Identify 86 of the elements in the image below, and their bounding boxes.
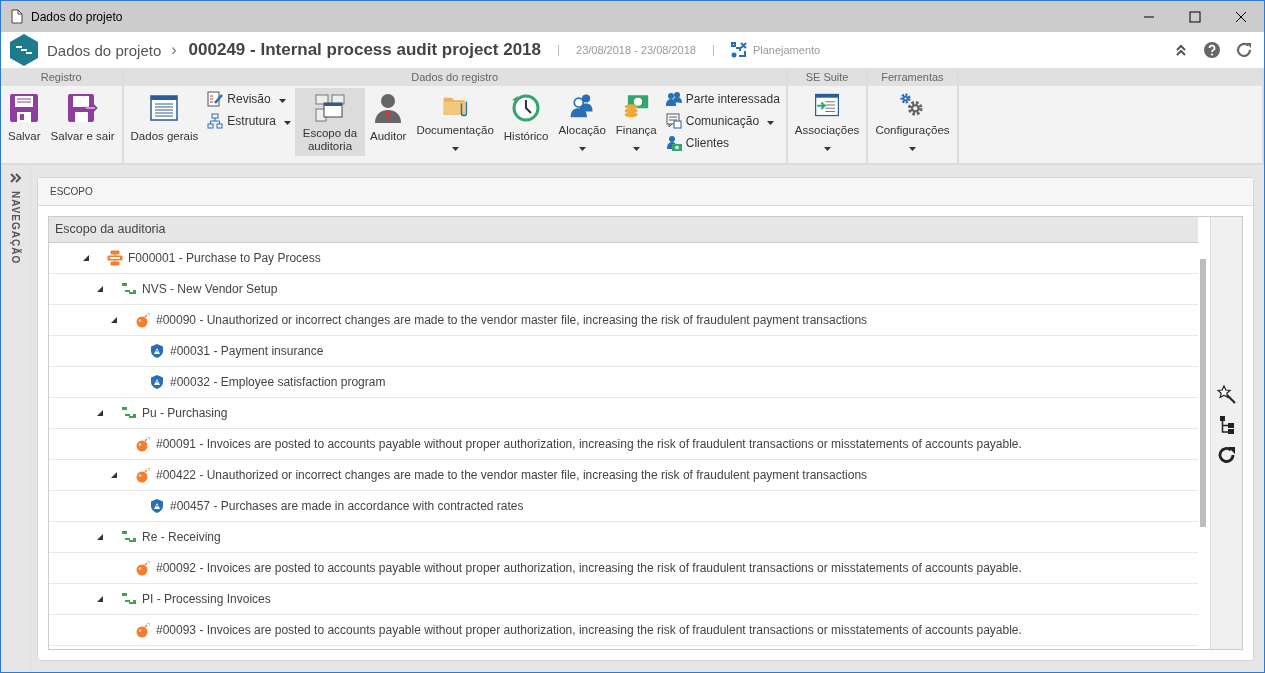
- double-chevron-icon[interactable]: [9, 173, 22, 183]
- ribbon-menu-button[interactable]: Parte interessada: [665, 90, 780, 108]
- project-title: 000249 - Internal process audit project 2018: [188, 40, 541, 60]
- wand-star-button[interactable]: [1216, 385, 1237, 405]
- expanded-toggle-icon[interactable]: [83, 255, 89, 261]
- document-icon: [11, 9, 23, 24]
- expanded-toggle-icon[interactable]: [97, 596, 103, 602]
- ribbon-button[interactable]: Dados gerais: [125, 88, 204, 156]
- ribbon-button[interactable]: Alocação: [553, 88, 611, 156]
- people-icon: [665, 91, 682, 107]
- ribbon-menu-button[interactable]: Revisão: [207, 90, 291, 108]
- tree-button[interactable]: [1218, 415, 1235, 435]
- project-stage: Planejamento: [752, 44, 821, 56]
- bomb-icon: [135, 312, 151, 328]
- tree-item[interactable]: #00031 - Payment insurance: [170, 344, 324, 358]
- chat-document-icon: [665, 113, 682, 129]
- ribbon-group-label: Ferramentas: [868, 68, 957, 86]
- refresh-button[interactable]: [1216, 445, 1237, 465]
- collapse-icon[interactable]: [1174, 43, 1188, 57]
- wand-star-icon: [1216, 385, 1237, 405]
- ribbon-button[interactable]: Auditor: [365, 88, 412, 156]
- project-period: 23/08/2018 - 23/08/2018: [576, 44, 696, 56]
- tree-item[interactable]: PI - Processing Invoices: [142, 592, 271, 606]
- tree-item[interactable]: Pu - Purchasing: [142, 406, 228, 420]
- expanded-toggle-icon[interactable]: [111, 317, 117, 323]
- step-icon: [121, 405, 137, 421]
- shield-icon: [149, 498, 165, 514]
- step-icon: [121, 591, 137, 607]
- org-chart-icon: [207, 113, 224, 129]
- ribbon-button[interactable]: Documentação: [411, 88, 499, 156]
- tree-item[interactable]: F000001 - Purchase to Pay Process: [128, 251, 321, 265]
- document-pencil-icon: [207, 91, 224, 107]
- ribbon-menu-button[interactable]: Clientes: [665, 134, 780, 152]
- scrollbar-thumb[interactable]: [1200, 259, 1206, 527]
- tree-item[interactable]: #00422 - Unauthorized or incorrect changes are made to the vendor master file, increasing the risk of fraudulent payment transactions: [156, 468, 868, 482]
- window-title: Dados do projeto: [31, 9, 124, 24]
- step-icon: [121, 529, 137, 545]
- tree-item[interactable]: Re - Receiving: [142, 530, 221, 544]
- person-money-icon: [665, 135, 682, 151]
- expanded-toggle-icon[interactable]: [97, 410, 103, 416]
- tree-item[interactable]: #00090 - Unauthorized or incorrect changes are made to the vendor master file, increasing the risk of fraudulent payment transactions: [156, 313, 868, 327]
- breadcrumb-separator: ›: [171, 41, 177, 59]
- tree-item[interactable]: #00093 - Invoices are posted to accounts payable without proper authorization, increasing the risk of fraudulent transactions or misstatements of accounts payable.: [156, 623, 1022, 637]
- shield-icon: [149, 374, 165, 390]
- ribbon-button[interactable]: Histórico: [498, 88, 554, 156]
- tree-item[interactable]: NVS - New Vendor Setup: [142, 282, 278, 296]
- ribbon-menu-button[interactable]: Comunicação: [665, 112, 780, 130]
- ribbon-group-label: Registro: [1, 68, 122, 86]
- ribbon-button[interactable]: Salvar e sair: [45, 88, 120, 156]
- process-icon: [107, 250, 123, 266]
- ribbon-group-label: SE Suite: [787, 68, 867, 86]
- refresh-icon[interactable]: [1236, 42, 1254, 58]
- tree-item[interactable]: #00457 - Purchases are made in accordance with contracted rates: [170, 499, 524, 513]
- navigation-label[interactable]: NAVEGAÇÃO: [10, 191, 21, 265]
- column-header: Escopo da auditoria: [49, 217, 1198, 243]
- refresh-icon: [1216, 445, 1237, 465]
- expanded-toggle-icon[interactable]: [111, 472, 117, 478]
- maximize-icon[interactable]: [1189, 10, 1201, 23]
- ribbon-menu-button[interactable]: Estrutura: [207, 112, 291, 130]
- expanded-toggle-icon[interactable]: [97, 534, 103, 540]
- ribbon-button[interactable]: Salvar: [3, 88, 46, 156]
- step-icon: [121, 281, 137, 297]
- close-icon[interactable]: [1235, 10, 1247, 23]
- bomb-icon: [135, 622, 151, 638]
- help-icon[interactable]: [1204, 42, 1220, 58]
- tree-item[interactable]: #00032 - Employee satisfaction program: [170, 375, 386, 389]
- ribbon-button[interactable]: Associações: [789, 88, 865, 156]
- stacked-windows-icon: [314, 92, 346, 124]
- breadcrumb-link[interactable]: Dados do projeto: [47, 41, 162, 59]
- tree-item[interactable]: #00092 - Invoices are posted to accounts payable without proper authorization, increasing the risk of fraudulent transactions or misstatements of accounts payable.: [156, 561, 1022, 575]
- bomb-icon: [135, 436, 151, 452]
- ribbon-button[interactable]: Escopo da auditoria: [295, 88, 365, 156]
- save-icon: [8, 92, 41, 124]
- ribbon-button[interactable]: Finança: [610, 88, 662, 156]
- panel-title: ESCOPO: [38, 178, 1253, 206]
- bomb-icon: [135, 467, 151, 483]
- ribbon-group-label: Dados do registro: [123, 68, 786, 86]
- bomb-icon: [135, 560, 151, 576]
- ribbon-button[interactable]: Configurações: [870, 88, 955, 156]
- workflow-icon: [730, 42, 747, 58]
- tree-item[interactable]: #00091 - Invoices are posted to accounts payable without proper authorization, increasing the risk of fraudulent transactions or misstatements of accounts payable.: [156, 437, 1022, 451]
- expanded-toggle-icon[interactable]: [97, 286, 103, 292]
- save-arrow-icon: [66, 92, 99, 124]
- form-window-icon: [148, 92, 181, 124]
- shield-icon: [149, 343, 165, 359]
- tree-icon: [1218, 415, 1235, 435]
